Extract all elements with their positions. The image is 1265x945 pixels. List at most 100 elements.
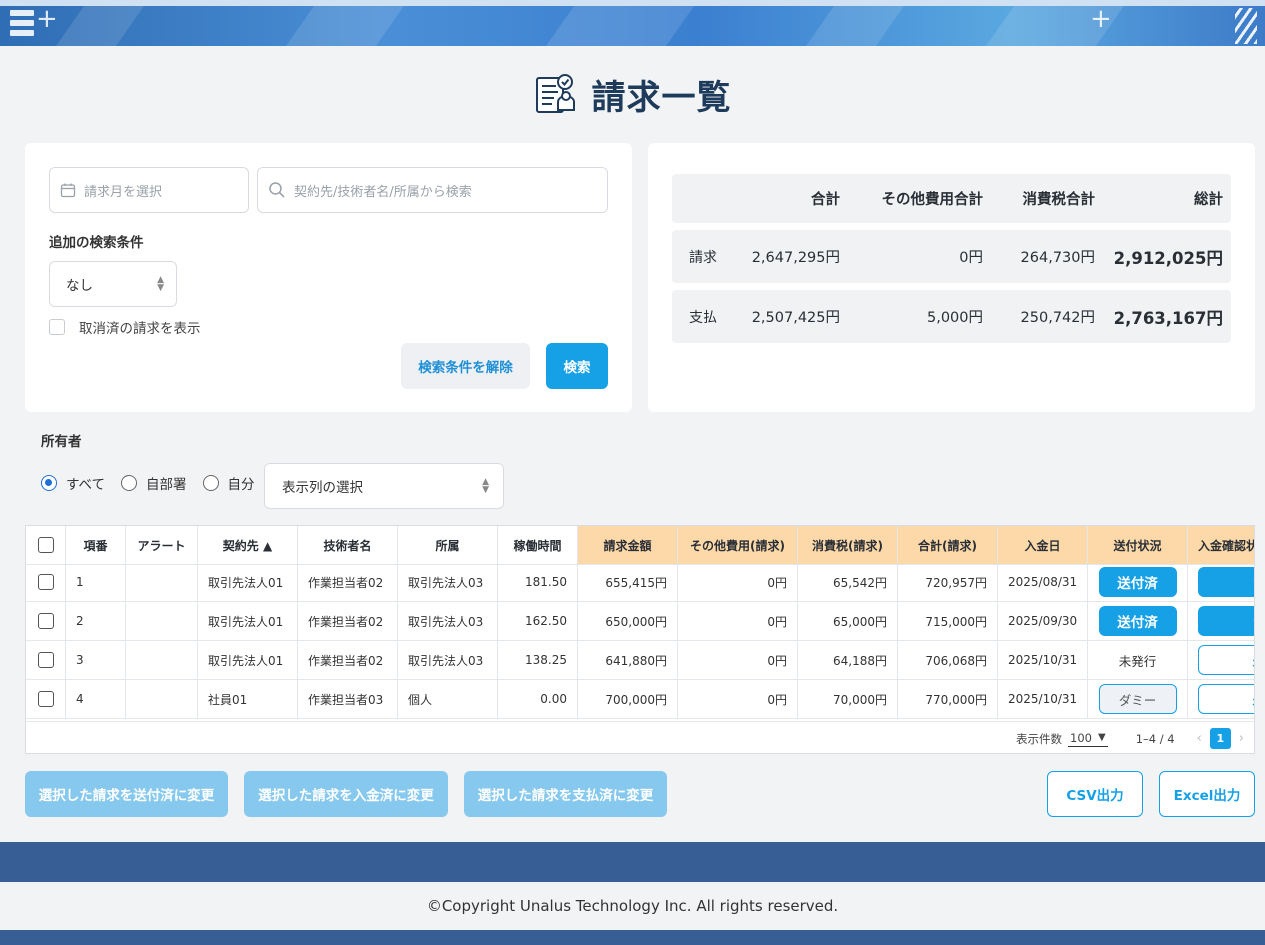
prev-page-icon[interactable]: ‹ — [1197, 731, 1202, 746]
table-row[interactable]: 2 取引先法人01 作業担当者02 取引先法人03 162.50 650,000… — [26, 602, 1254, 641]
cell-tax: 65,000円 — [798, 602, 898, 641]
column-header[interactable]: 合計(請求) — [898, 526, 998, 565]
search-icon — [269, 182, 285, 198]
column-header[interactable]: アラート — [126, 526, 198, 565]
excel-export-button[interactable]: Excel出力 — [1159, 771, 1255, 817]
per-page-value: 100 — [1070, 730, 1092, 745]
cell-amount: 655,415円 — [578, 563, 678, 602]
current-page-button[interactable]: 1 — [1209, 728, 1231, 749]
cell-hours: 0.00 — [498, 680, 578, 719]
cell-no: 1 — [66, 563, 126, 602]
cell-client: 取引先法人01 — [198, 563, 298, 602]
row-checkbox[interactable] — [37, 574, 54, 590]
cell-alert — [126, 602, 198, 641]
cell-other: 0円 — [678, 602, 798, 641]
confirm-status-button[interactable]: 済 — [1198, 567, 1254, 597]
header-banner: + + — [0, 0, 1265, 46]
cell-no: 2 — [66, 602, 126, 641]
cell-alert — [126, 641, 198, 680]
extra-conditions-value: なし — [66, 278, 93, 294]
cell-paid-date: 2025/09/30 — [998, 602, 1088, 641]
row-checkbox[interactable] — [37, 691, 54, 707]
csv-export-button[interactable]: CSV出力 — [1047, 771, 1143, 817]
table-row[interactable]: 4 社員01 作業担当者03 個人 0.00 700,000円 0円 70,00… — [26, 680, 1254, 719]
table-row[interactable]: 3 取引先法人01 作業担当者02 取引先法人03 138.25 641,880… — [26, 641, 1254, 680]
summary-row-payment: 支払 2,507,425円 5,000円 250,742円 2,763,167円 — [672, 290, 1231, 343]
menu-icon[interactable] — [10, 10, 34, 42]
cell-client: 社員01 — [198, 680, 298, 719]
cell-total: 706,068円 — [898, 641, 998, 680]
row-checkbox[interactable] — [37, 613, 54, 629]
show-cancelled-checkbox[interactable] — [49, 319, 65, 335]
row-checkbox[interactable] — [37, 652, 54, 668]
summary-header-cell: 総計 — [1194, 192, 1223, 208]
column-header[interactable]: 技術者名 — [298, 526, 398, 565]
cell-other: 0円 — [678, 680, 798, 719]
owner-radio-self[interactable]: 自分 — [202, 473, 255, 493]
per-page-select[interactable]: 100 ▼ — [1068, 731, 1108, 747]
column-header[interactable]: 所属 — [398, 526, 498, 565]
column-header[interactable]: 稼働時間 — [498, 526, 578, 565]
cell-tax: 64,188円 — [798, 641, 898, 680]
billing-month-placeholder: 請求月を選択 — [84, 184, 163, 200]
summary-value: 250,742円 — [1020, 310, 1095, 326]
banner-sparkle-icon: + — [1090, 4, 1112, 34]
keyword-search-placeholder: 契約先/技術者名/所属から検索 — [294, 184, 472, 200]
cell-tax: 70,000円 — [798, 680, 898, 719]
column-header[interactable]: 送付状況 — [1088, 526, 1188, 565]
column-header-sorted[interactable]: 契約先 ▲ — [198, 526, 298, 565]
column-header[interactable]: 入金日 — [998, 526, 1088, 565]
send-status-button[interactable]: 送付済 — [1098, 567, 1177, 597]
cell-engineer: 作業担当者03 — [298, 680, 398, 719]
confirm-status-button[interactable]: 済 — [1198, 606, 1254, 636]
mark-received-button[interactable]: 選択した請求を入金済に変更 — [244, 771, 448, 817]
owner-option-label: すべて — [66, 477, 106, 493]
summary-panel: 合計 その他費用合計 消費税合計 総計 請求 2,647,295円 0円 264… — [648, 143, 1255, 412]
owner-radio-department[interactable]: 自部署 — [121, 473, 187, 493]
column-header[interactable]: その他費用(請求) — [678, 526, 798, 565]
per-page-label: 表示件数 — [1016, 731, 1063, 746]
footer-copyright: ©Copyright Unalus Technology Inc. All ri… — [0, 882, 1265, 930]
next-page-icon[interactable]: › — [1239, 731, 1244, 746]
radio-icon[interactable] — [202, 475, 219, 491]
banner-stripe — [545, 6, 695, 46]
cell-amount: 650,000円 — [578, 602, 678, 641]
cell-total: 720,957円 — [898, 563, 998, 602]
page-title: 請求一覧 — [591, 77, 732, 118]
keyword-search-input[interactable]: 契約先/技術者名/所属から検索 — [257, 167, 608, 213]
search-button[interactable]: 検索 — [546, 343, 608, 389]
clear-conditions-button[interactable]: 検索条件を解除 — [401, 343, 530, 389]
cell-send-status: ダミー — [1088, 680, 1188, 719]
cell-engineer: 作業担当者02 — [298, 641, 398, 680]
footer-band-bottom — [0, 930, 1265, 945]
cell-affiliation: 個人 — [398, 680, 498, 719]
show-cancelled-toggle[interactable]: 取消済の請求を表示 — [49, 317, 201, 337]
column-header[interactable]: 入金確認状 — [1188, 526, 1254, 565]
table-row[interactable]: 1 取引先法人01 作業担当者02 取引先法人03 181.50 655,415… — [26, 563, 1254, 602]
owner-radio-all[interactable]: すべて — [41, 473, 105, 493]
row-select-cell — [26, 563, 66, 602]
confirm-status-button[interactable]: 未 — [1198, 645, 1254, 675]
column-header[interactable]: 消費税(請求) — [798, 526, 898, 565]
summary-row-label: 支払 — [689, 309, 717, 326]
confirm-status-button[interactable]: 未 — [1198, 684, 1254, 714]
summary-value: 2,647,295円 — [751, 250, 840, 266]
show-cancelled-label: 取消済の請求を表示 — [79, 321, 201, 337]
summary-value: 5,000円 — [926, 310, 983, 326]
mark-paid-button[interactable]: 選択した請求を支払済に変更 — [464, 771, 667, 817]
radio-icon[interactable] — [121, 475, 138, 491]
cell-hours: 162.50 — [498, 602, 578, 641]
column-select[interactable]: 表示列の選択 ▲ ▼ — [264, 463, 504, 509]
cell-other: 0円 — [678, 563, 798, 602]
select-all-checkbox[interactable] — [37, 537, 54, 553]
cell-send-status: 未発行 — [1088, 641, 1188, 680]
column-header[interactable]: 請求金額 — [578, 526, 678, 565]
extra-conditions-select[interactable]: なし ▲ ▼ — [49, 261, 177, 307]
radio-selected-icon[interactable] — [41, 475, 57, 491]
cell-alert — [126, 680, 198, 719]
mark-sent-button[interactable]: 選択した請求を送付済に変更 — [25, 771, 228, 817]
column-header[interactable]: 項番 — [66, 526, 126, 565]
send-status-button[interactable]: ダミー — [1098, 684, 1177, 714]
send-status-button[interactable]: 送付済 — [1098, 606, 1177, 636]
billing-month-picker[interactable]: 請求月を選択 — [49, 167, 249, 213]
